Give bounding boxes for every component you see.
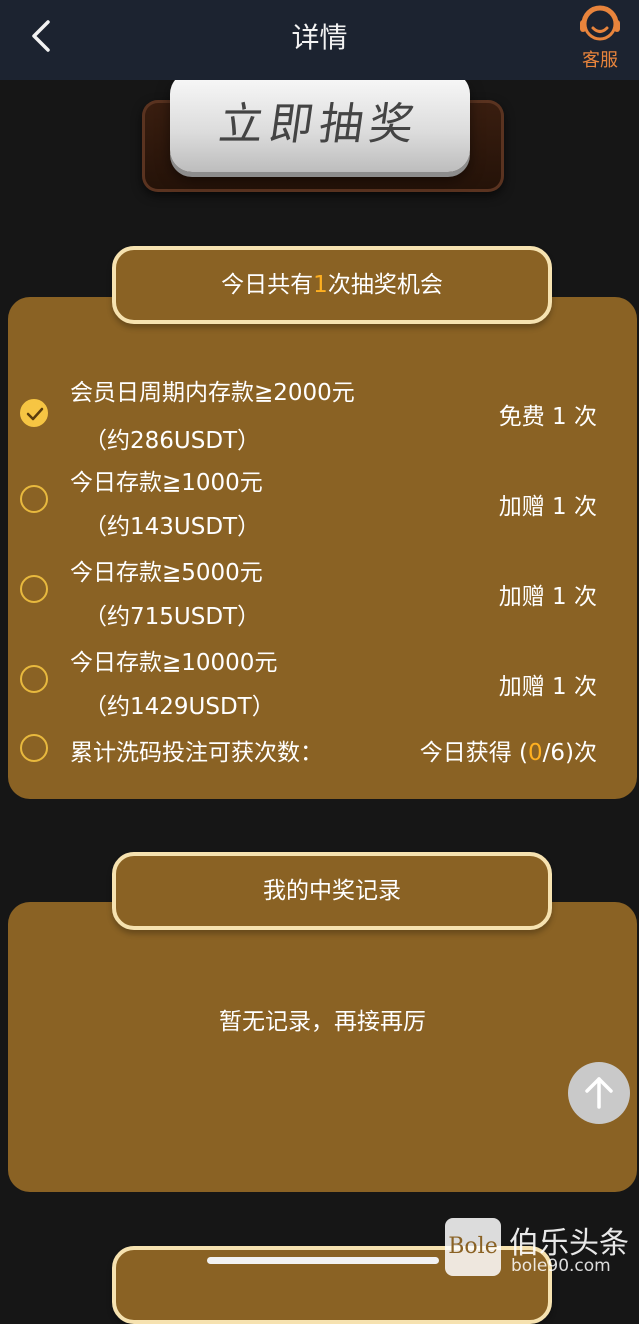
condition-text: 会员日周期内存款≧2000元 [70,380,355,406]
chances-prefix: 今日共有 [221,272,314,298]
condition-text: 今日存款≧5000元 [70,560,263,586]
radio-unchecked[interactable] [20,665,48,693]
reward-text: 免费 1 次 [498,404,597,430]
reward-text: 加赠 1 次 [498,494,597,520]
condition-note: （约143USDT） [84,514,261,540]
wash-progress: 今日获得 (0/6)次 [420,733,597,767]
chances-panel: 会员日周期内存款≧2000元 （约286USDT） 免费 1 次 今日存款≧10… [8,297,637,799]
arrow-up-icon [585,1077,613,1109]
check-icon [26,407,44,421]
customer-service-button[interactable]: 客服 [575,2,625,72]
records-title: 我的中奖记录 [263,878,401,904]
home-indicator [207,1257,439,1264]
radio-unchecked[interactable] [20,734,48,762]
wash-suffix: /6)次 [542,740,597,766]
nav-bar: 详情 客服 [0,0,639,80]
records-header: 我的中奖记录 [112,852,552,930]
page-title: 详情 [291,21,348,54]
wash-prefix: 今日获得 ( [419,740,528,766]
condition-note: （约715USDT） [84,604,261,630]
condition-text: 今日存款≧1000元 [70,470,263,496]
draw-button-label: 立即抽奖 [215,99,423,150]
watermark-url: bole90.com [511,1256,611,1276]
draw-button[interactable]: 立即抽奖 [170,72,470,172]
scroll-to-top-button[interactable] [568,1062,630,1124]
watermark: Bole 伯乐头条 bole90.com [443,1214,639,1280]
records-panel: 暂无记录，再接再厉 [8,902,637,1192]
radio-unchecked[interactable] [20,575,48,603]
condition-text: 今日存款≧10000元 [70,650,278,676]
reward-text: 加赠 1 次 [498,674,597,700]
wash-current: 0 [528,740,543,766]
chances-header: 今日共有1次抽奖机会 [112,246,552,324]
watermark-logo: Bole [445,1218,501,1276]
reward-text: 加赠 1 次 [498,584,597,610]
customer-service-icon [580,5,620,41]
chances-suffix: 次抽奖机会 [327,272,443,298]
condition-note: （约1429USDT） [84,694,275,720]
condition-note: （约286USDT） [84,428,261,454]
radio-unchecked[interactable] [20,485,48,513]
wash-condition-text: 累计洗码投注可获次数： [70,740,323,766]
customer-service-label: 客服 [582,50,618,71]
empty-records-text: 暂无记录，再接再厉 [219,1009,426,1035]
chances-count: 1 [313,272,328,298]
radio-checked[interactable] [20,399,48,427]
